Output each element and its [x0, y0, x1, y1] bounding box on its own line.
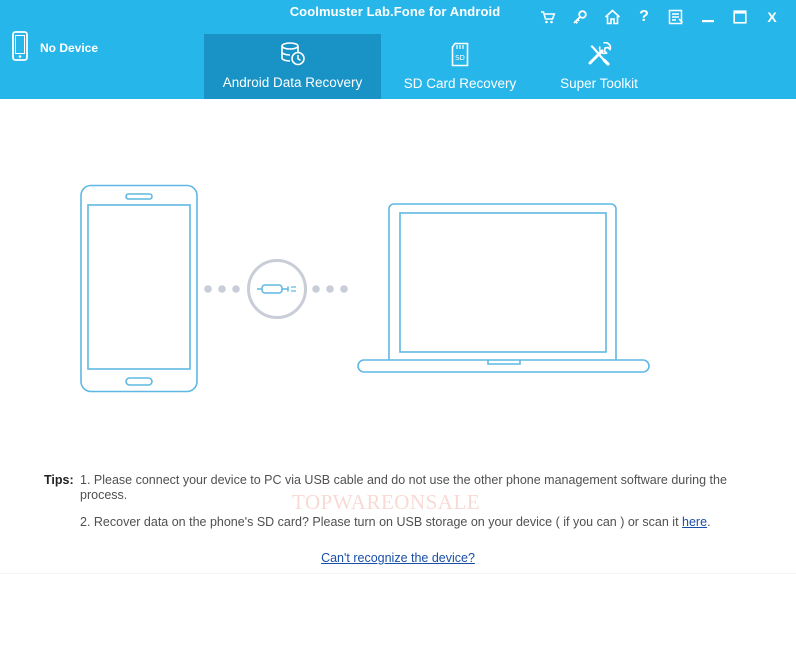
- database-clock-icon: [280, 42, 306, 71]
- cant-recognize-device-link[interactable]: Can't recognize the device?: [321, 551, 475, 565]
- connection-dots-right: [312, 285, 348, 293]
- tab-label: Super Toolkit: [560, 76, 638, 91]
- close-icon[interactable]: X: [756, 6, 788, 28]
- scan-here-link[interactable]: here: [682, 515, 707, 529]
- phone-illustration: [80, 184, 198, 393]
- tips-label: Tips:: [44, 473, 74, 487]
- home-icon[interactable]: [596, 6, 628, 28]
- tab-super-toolkit[interactable]: Super Toolkit: [539, 34, 659, 99]
- window-controls: ? X: [532, 6, 788, 28]
- tip-2-text: 2. Recover data on the phone's SD card? …: [80, 515, 683, 529]
- feedback-icon[interactable]: [660, 6, 692, 28]
- minimize-icon[interactable]: [692, 6, 724, 28]
- maximize-icon[interactable]: [724, 6, 756, 28]
- sd-card-icon: SD: [450, 42, 470, 72]
- device-status-label: No Device: [40, 41, 99, 55]
- help-link-container: Can't recognize the device?: [0, 551, 796, 565]
- tab-label: SD Card Recovery: [403, 76, 517, 91]
- tip-2: 2. Recover data on the phone's SD card? …: [80, 515, 770, 530]
- usb-cable-icon: [247, 259, 307, 319]
- tools-icon: [586, 41, 612, 72]
- tab-android-data-recovery[interactable]: Android Data Recovery: [204, 34, 381, 99]
- help-icon[interactable]: ?: [628, 6, 660, 28]
- cart-icon[interactable]: [532, 6, 564, 28]
- phone-icon: [12, 30, 28, 66]
- main-tabs: Android Data Recovery SD SD Card Recover…: [204, 34, 659, 99]
- header-bar: Coolmuster Lab.Fone for Android ? X No D…: [0, 0, 796, 99]
- device-status: No Device: [12, 30, 99, 66]
- tip-1: 1. Please connect your device to PC via …: [80, 473, 727, 502]
- laptop-illustration: [357, 203, 650, 373]
- tab-label: Android Data Recovery: [222, 75, 363, 90]
- connect-device-illustration: [0, 170, 796, 410]
- tab-sd-card-recovery[interactable]: SD SD Card Recovery: [381, 34, 539, 99]
- connection-dots-left: [204, 285, 240, 293]
- svg-text:SD: SD: [455, 54, 465, 62]
- key-icon[interactable]: [564, 6, 596, 28]
- tip-2-end: .: [707, 515, 711, 529]
- footer-area: [0, 573, 796, 653]
